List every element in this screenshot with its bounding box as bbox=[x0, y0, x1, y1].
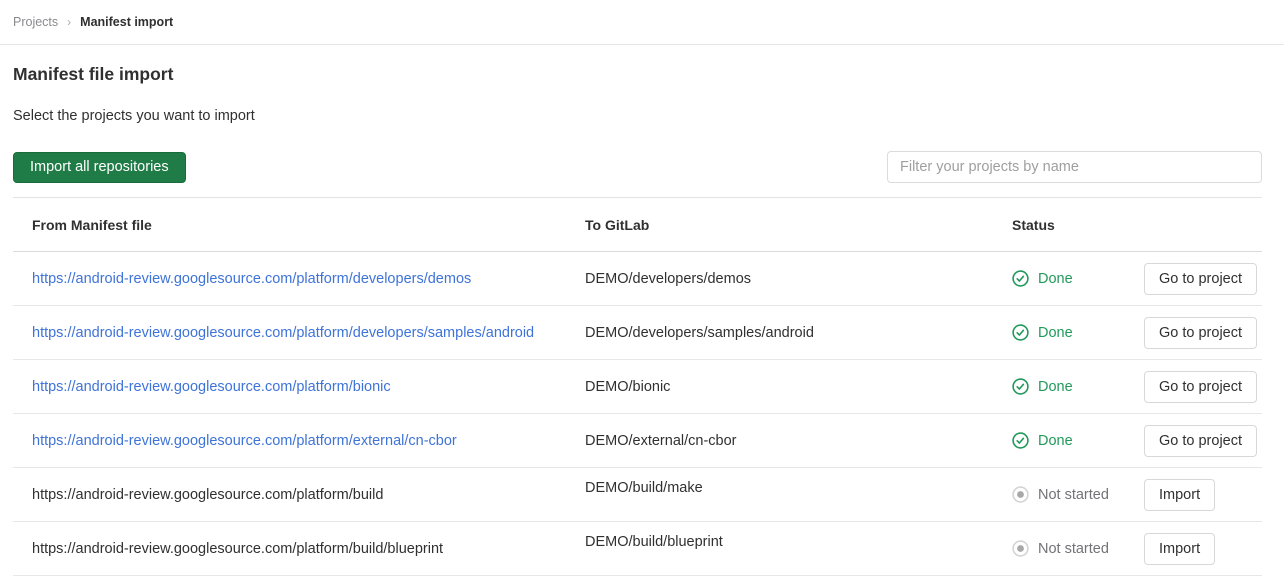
go-to-project-button[interactable]: Go to project bbox=[1144, 371, 1257, 403]
radio-dot-icon bbox=[1012, 540, 1029, 557]
circle-check-icon bbox=[1012, 270, 1029, 287]
radio-dot-icon bbox=[1012, 486, 1029, 503]
status-label: Done bbox=[1038, 271, 1073, 287]
breadcrumb: Projects › Manifest import bbox=[0, 0, 1284, 45]
page-title: Manifest file import bbox=[13, 62, 1262, 86]
header-to-gitlab: To GitLab bbox=[585, 217, 1012, 233]
import-table: From Manifest file To GitLab Status http… bbox=[13, 197, 1262, 576]
circle-check-icon bbox=[1012, 432, 1029, 449]
go-to-project-button[interactable]: Go to project bbox=[1144, 317, 1257, 349]
manifest-url-text: https://android-review.googlesource.com/… bbox=[32, 487, 383, 503]
manifest-url-text: https://android-review.googlesource.com/… bbox=[32, 541, 443, 557]
status-label: Not started bbox=[1038, 487, 1109, 503]
target-path: DEMO/developers/samples/android bbox=[585, 325, 1012, 341]
go-to-project-button[interactable]: Go to project bbox=[1144, 425, 1257, 457]
status-label: Done bbox=[1038, 379, 1073, 395]
status-label: Done bbox=[1038, 325, 1073, 341]
breadcrumb-projects-link[interactable]: Projects bbox=[13, 15, 58, 29]
toolbar: Import all repositories bbox=[13, 151, 1262, 183]
status-label: Not started bbox=[1038, 541, 1109, 557]
manifest-url-link[interactable]: https://android-review.googlesource.com/… bbox=[32, 433, 457, 449]
circle-check-icon bbox=[1012, 324, 1029, 341]
filter-projects-input[interactable] bbox=[887, 151, 1262, 183]
go-to-project-button[interactable]: Go to project bbox=[1144, 263, 1257, 295]
table-row: https://android-review.googlesource.com/… bbox=[13, 522, 1262, 576]
manifest-url-link[interactable]: https://android-review.googlesource.com/… bbox=[32, 379, 391, 395]
page-content: Manifest file import Select the projects… bbox=[0, 62, 1284, 576]
table-row: https://android-review.googlesource.com/… bbox=[13, 360, 1262, 414]
import-button[interactable]: Import bbox=[1144, 533, 1215, 565]
table-row: https://android-review.googlesource.com/… bbox=[13, 252, 1262, 306]
header-from-manifest-file: From Manifest file bbox=[13, 217, 585, 233]
manifest-url-link[interactable]: https://android-review.googlesource.com/… bbox=[32, 325, 534, 341]
manifest-url-link[interactable]: https://android-review.googlesource.com/… bbox=[32, 271, 471, 287]
target-path: DEMO/build/make bbox=[585, 480, 703, 496]
breadcrumb-current: Manifest import bbox=[80, 15, 173, 29]
header-status: Status bbox=[1012, 217, 1144, 233]
table-header-row: From Manifest file To GitLab Status bbox=[13, 198, 1262, 252]
import-button[interactable]: Import bbox=[1144, 479, 1215, 511]
target-path: DEMO/developers/demos bbox=[585, 271, 1012, 287]
breadcrumb-separator-icon: › bbox=[67, 15, 71, 29]
page-subtitle: Select the projects you want to import bbox=[13, 106, 1262, 126]
table-row: https://android-review.googlesource.com/… bbox=[13, 468, 1262, 522]
import-all-repositories-button[interactable]: Import all repositories bbox=[13, 152, 186, 183]
table-row: https://android-review.googlesource.com/… bbox=[13, 414, 1262, 468]
target-path: DEMO/external/cn-cbor bbox=[585, 433, 1012, 449]
target-path: DEMO/build/blueprint bbox=[585, 534, 723, 550]
table-row: https://android-review.googlesource.com/… bbox=[13, 306, 1262, 360]
target-path: DEMO/bionic bbox=[585, 379, 1012, 395]
circle-check-icon bbox=[1012, 378, 1029, 395]
status-label: Done bbox=[1038, 433, 1073, 449]
